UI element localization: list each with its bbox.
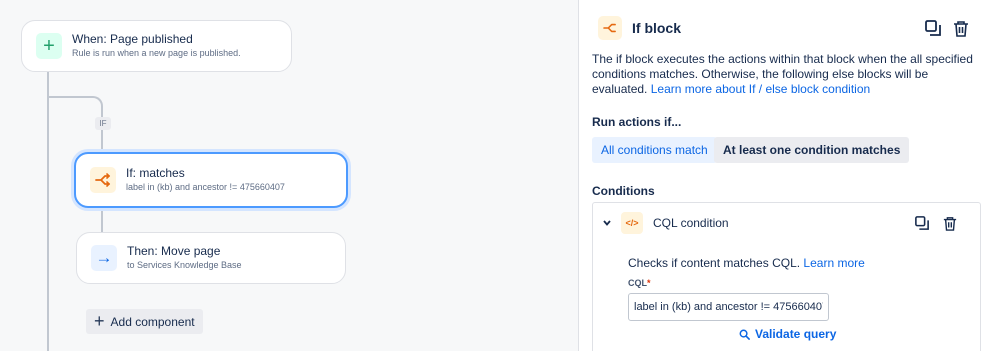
if-branch-tag: IF <box>95 117 111 130</box>
plus-icon: + <box>94 311 105 331</box>
duplicate-icon[interactable] <box>923 18 943 38</box>
trigger-card[interactable]: + When: Page published Rule is run when … <box>21 20 292 72</box>
validate-query-button[interactable]: Validate query <box>739 327 836 341</box>
condition-item: </> CQL condition Checks if content matc… <box>592 202 981 351</box>
branch-icon <box>90 167 116 193</box>
if-card-title: If: matches <box>126 166 185 180</box>
cql-label-text: CQL <box>628 278 647 288</box>
trash-icon[interactable] <box>951 18 971 38</box>
all-conditions-match-option[interactable]: All conditions match <box>592 137 717 163</box>
then-action-card[interactable]: → Then: Move page to Services Knowledge … <box>76 232 346 284</box>
cql-field-label: CQL* <box>628 278 651 288</box>
chevron-down-icon[interactable] <box>601 220 613 226</box>
trigger-subtitle: Rule is run when a new page is published… <box>72 48 241 58</box>
at-least-one-condition-option[interactable]: At least one condition matches <box>714 137 910 163</box>
add-component-label: Add component <box>110 314 195 329</box>
if-condition-card[interactable]: If: matches label in (kb) and ancestor !… <box>74 152 348 208</box>
cql-input[interactable] <box>628 293 829 321</box>
panel-header: If block <box>598 16 681 40</box>
if-card-subtitle: label in (kb) and ancestor != 475660407 <box>126 182 285 192</box>
panel-description: The if block executes the actions within… <box>592 52 982 97</box>
arrow-right-icon: → <box>91 245 117 271</box>
branch-icon <box>598 16 622 40</box>
trash-icon[interactable] <box>940 213 960 233</box>
conditions-label: Conditions <box>592 184 655 198</box>
run-actions-label: Run actions if... <box>592 115 682 129</box>
duplicate-icon[interactable] <box>912 213 932 233</box>
learn-more-link[interactable]: Learn more about If / else block conditi… <box>651 82 870 96</box>
condition-description: Checks if content matches CQL. Learn mor… <box>628 256 865 270</box>
then-card-subtitle: to Services Knowledge Base <box>127 260 242 270</box>
condition-actions <box>912 213 960 233</box>
condition-learn-more-link[interactable]: Learn more <box>803 256 864 270</box>
panel-header-actions <box>923 18 971 38</box>
if-block-panel: If block The if block executes the actio… <box>578 0 999 351</box>
condition-name: CQL condition <box>653 216 729 230</box>
condition-header[interactable]: </> CQL condition <box>601 212 729 234</box>
rule-canvas: IF + When: Page published Rule is run wh… <box>0 0 578 351</box>
add-component-button[interactable]: + Add component <box>86 309 203 334</box>
code-icon: </> <box>621 212 643 234</box>
plus-icon: + <box>36 33 62 59</box>
required-marker: * <box>647 278 651 288</box>
panel-title: If block <box>632 20 682 36</box>
trigger-title: When: Page published <box>72 32 193 46</box>
condition-description-text: Checks if content matches CQL. <box>628 256 801 270</box>
search-icon <box>739 329 750 340</box>
validate-query-label: Validate query <box>755 327 837 341</box>
then-card-title: Then: Move page <box>127 244 221 258</box>
